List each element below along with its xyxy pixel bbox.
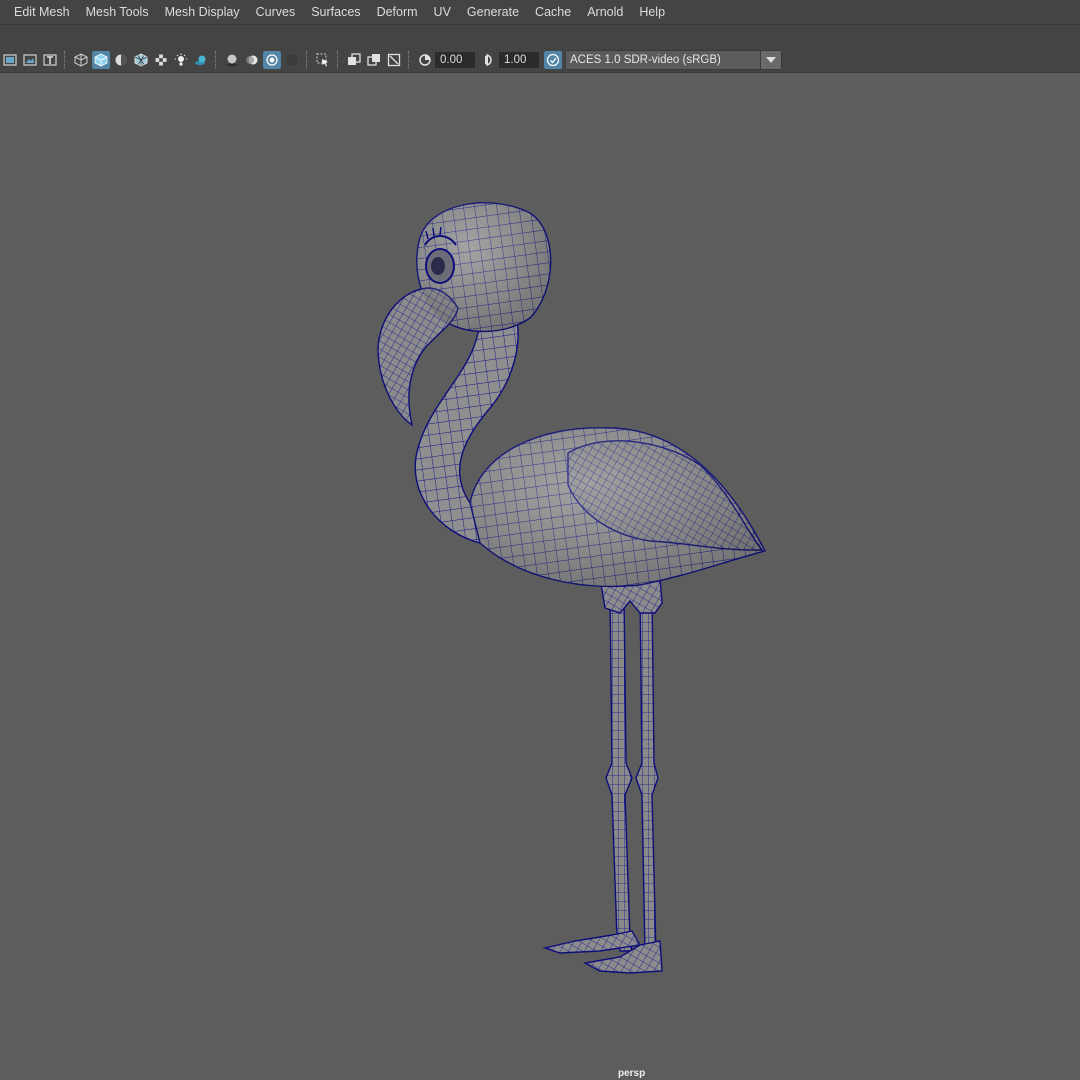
toolbar-separator: [215, 50, 218, 69]
menu-generate[interactable]: Generate: [459, 0, 527, 24]
toolbar-separator: [306, 50, 309, 69]
textured-icon[interactable]: [152, 51, 170, 69]
menu-spacer: [0, 25, 1080, 47]
xray-components-icon[interactable]: [385, 51, 403, 69]
screen-space-ao-icon[interactable]: [223, 51, 241, 69]
gamma-icon[interactable]: [480, 51, 498, 69]
menu-bar: Edit Mesh Mesh Tools Mesh Display Curves…: [0, 0, 1080, 25]
image-plane-icon[interactable]: [21, 51, 39, 69]
exposure-icon[interactable]: [416, 51, 434, 69]
color-space-dropdown[interactable]: ACES 1.0 SDR-video (sRGB): [565, 49, 782, 70]
menu-uv[interactable]: UV: [426, 0, 459, 24]
grid-icon[interactable]: [1, 51, 19, 69]
viewport-panel[interactable]: [0, 73, 1080, 1080]
menu-curves[interactable]: Curves: [248, 0, 304, 24]
color-space-label: ACES 1.0 SDR-video (sRGB): [570, 53, 721, 66]
motion-blur-icon[interactable]: [243, 51, 261, 69]
menu-arnold[interactable]: Arnold: [579, 0, 631, 24]
chevron-down-icon[interactable]: [760, 50, 781, 69]
wireframe-cube-icon[interactable]: [72, 51, 90, 69]
menu-deform[interactable]: Deform: [369, 0, 426, 24]
menu-help[interactable]: Help: [631, 0, 673, 24]
wireframe-on-shaded-icon[interactable]: [132, 51, 150, 69]
exposure-field[interactable]: [435, 51, 475, 68]
text-icon[interactable]: [41, 51, 59, 69]
color-management-icon[interactable]: [544, 50, 562, 69]
smooth-shade-icon[interactable]: [92, 50, 110, 69]
flamingo-mesh[interactable]: [0, 73, 1080, 1080]
panel-toolbar: ACES 1.0 SDR-video (sRGB): [0, 47, 1080, 73]
isolate-select-icon[interactable]: [314, 51, 332, 69]
camera-name-label: persp: [618, 1068, 646, 1079]
toolbar-separator: [408, 50, 411, 69]
menu-mesh-tools[interactable]: Mesh Tools: [78, 0, 157, 24]
xray-icon[interactable]: [345, 51, 363, 69]
depth-of-field-icon[interactable]: [283, 51, 301, 69]
gamma-field[interactable]: [499, 51, 539, 68]
xray-joints-icon[interactable]: [365, 51, 383, 69]
toolbar-separator: [64, 50, 67, 69]
menu-edit-mesh[interactable]: Edit Mesh: [0, 0, 78, 24]
toolbar-separator: [337, 50, 340, 69]
multisample-aa-icon[interactable]: [263, 50, 281, 69]
default-material-icon[interactable]: [112, 51, 130, 69]
lights-icon[interactable]: [172, 51, 190, 69]
menu-surfaces[interactable]: Surfaces: [303, 0, 368, 24]
shadows-icon[interactable]: [192, 51, 210, 69]
menu-mesh-display[interactable]: Mesh Display: [157, 0, 248, 24]
menu-cache[interactable]: Cache: [527, 0, 579, 24]
